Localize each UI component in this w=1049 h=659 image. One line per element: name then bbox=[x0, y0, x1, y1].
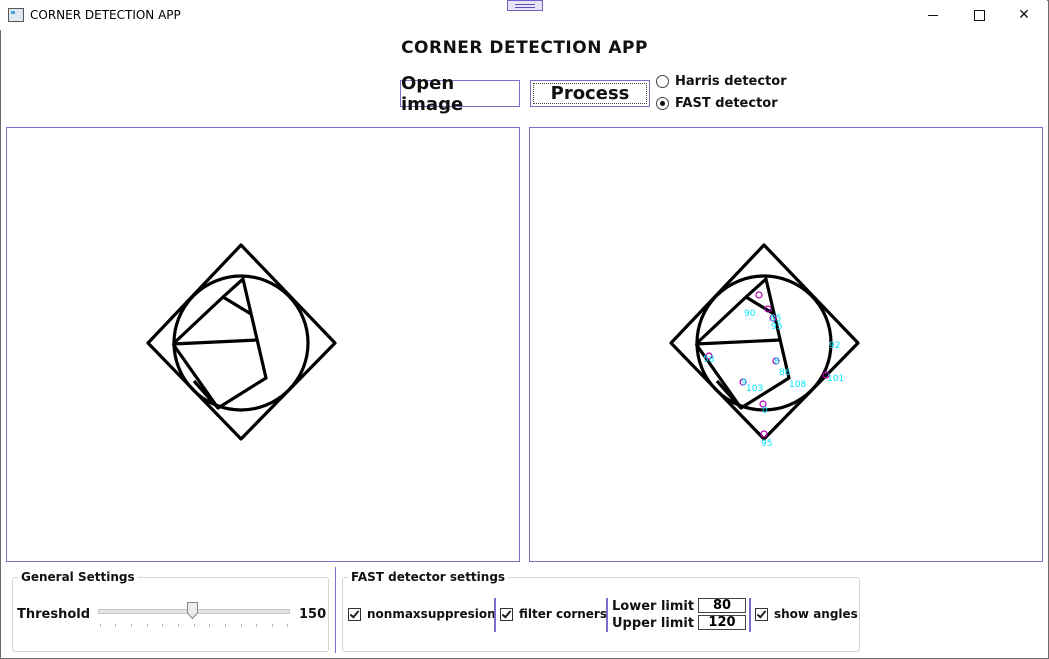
angle-label: 101 bbox=[827, 374, 844, 384]
radio-checked-icon bbox=[656, 97, 669, 110]
close-button[interactable]: ✕ bbox=[1001, 0, 1047, 30]
fast-divider bbox=[606, 598, 608, 632]
input-image-panel bbox=[6, 127, 520, 562]
fast-detector-radio[interactable]: FAST detector bbox=[656, 96, 778, 111]
angle-label: 92 bbox=[829, 341, 840, 351]
open-image-button[interactable]: Open image bbox=[400, 73, 520, 115]
filter-corners-label: filter corners bbox=[519, 607, 607, 621]
settings-divider bbox=[335, 567, 336, 653]
app-icon bbox=[8, 8, 24, 22]
show-angles-checkbox[interactable]: show angles bbox=[755, 607, 858, 621]
angle-label: 90 bbox=[744, 309, 756, 319]
process-button[interactable]: Process bbox=[530, 80, 650, 107]
nonmax-label: nonmaxsuppresion bbox=[367, 607, 496, 621]
nonmax-checkbox[interactable]: nonmaxsuppresion bbox=[348, 607, 496, 621]
close-icon: ✕ bbox=[1018, 7, 1030, 23]
checkbox-checked-icon bbox=[348, 607, 361, 621]
focus-outline bbox=[533, 83, 647, 104]
angle-label: 103 bbox=[746, 384, 763, 394]
page-title: CORNER DETECTION APP bbox=[401, 38, 648, 58]
drag-handle-icon[interactable] bbox=[507, 0, 543, 11]
fast-detector-label: FAST detector bbox=[675, 96, 778, 111]
angle-label: 95 bbox=[761, 439, 772, 449]
window-title: CORNER DETECTION APP bbox=[30, 8, 181, 22]
output-image-panel: 90 85 95 58 8 86 108 92 9 101 103 0 95 bbox=[529, 127, 1043, 562]
corner-marker bbox=[755, 291, 763, 299]
harris-detector-radio[interactable]: Harris detector bbox=[656, 74, 787, 89]
minimize-button[interactable] bbox=[910, 0, 956, 30]
maximize-icon bbox=[973, 9, 985, 21]
angle-label: 86 bbox=[779, 368, 791, 378]
fast-settings-legend: FAST detector settings bbox=[348, 570, 509, 584]
show-angles-label: show angles bbox=[774, 607, 858, 621]
maximize-button[interactable] bbox=[956, 0, 1002, 30]
angle-label: 108 bbox=[789, 380, 806, 390]
angle-label: 58 bbox=[703, 355, 715, 365]
angle-label: 0 bbox=[762, 406, 768, 416]
upper-limit-input[interactable]: 120 bbox=[698, 615, 746, 630]
corner-marker bbox=[760, 430, 768, 438]
fast-divider bbox=[749, 598, 751, 632]
checkbox-checked-icon bbox=[500, 607, 513, 621]
general-settings-legend: General Settings bbox=[18, 570, 138, 584]
upper-limit-label: Upper limit bbox=[612, 616, 695, 631]
threshold-value: 150 bbox=[299, 607, 327, 622]
output-image: 90 85 95 58 8 86 108 92 9 101 103 0 95 bbox=[669, 243, 860, 449]
filter-corners-checkbox[interactable]: filter corners bbox=[500, 607, 607, 621]
input-image bbox=[146, 243, 337, 441]
lower-limit-input[interactable]: 80 bbox=[698, 598, 746, 613]
radio-unchecked-icon bbox=[656, 75, 669, 88]
minimize-icon bbox=[928, 14, 938, 16]
fast-divider bbox=[494, 598, 496, 632]
threshold-slider-ticks bbox=[100, 624, 288, 628]
checkbox-checked-icon bbox=[755, 607, 768, 621]
threshold-slider-thumb[interactable] bbox=[187, 602, 198, 619]
angle-label: 8 bbox=[774, 357, 780, 367]
harris-detector-label: Harris detector bbox=[675, 74, 787, 89]
angle-label: 95 bbox=[771, 322, 782, 332]
threshold-label: Threshold bbox=[17, 607, 91, 622]
lower-limit-label: Lower limit bbox=[612, 599, 695, 614]
